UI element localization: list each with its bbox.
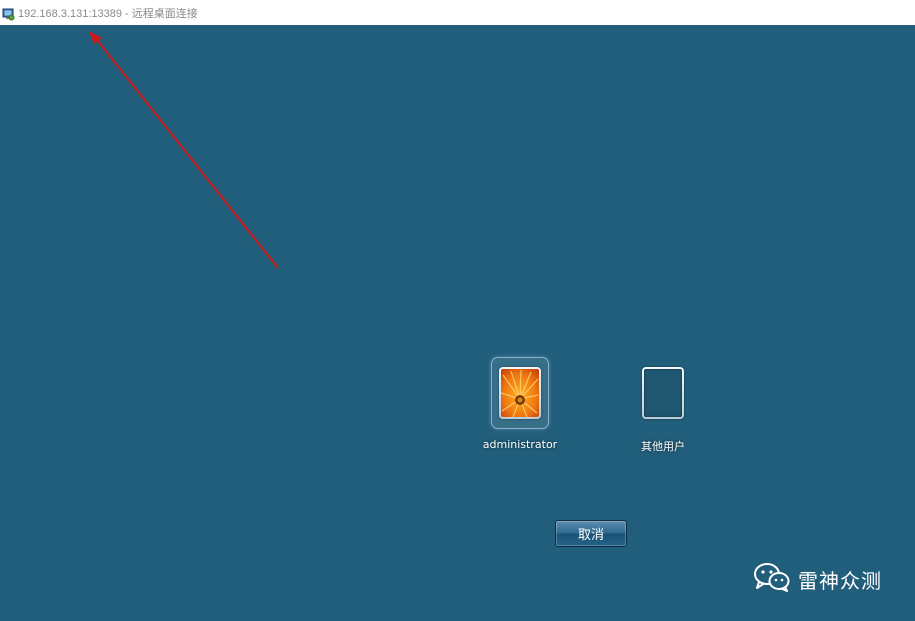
empty-user-picture (644, 369, 682, 417)
wechat-icon (754, 562, 790, 596)
watermark-text: 雷神众测 (798, 568, 882, 593)
cancel-button[interactable]: 取消 (555, 520, 627, 547)
remote-desktop-window: 192.168.3.131:13389 - 远程桌面连接 administrat… (0, 0, 915, 621)
watermark: 雷神众测 (754, 562, 882, 596)
user-picture-container (634, 357, 692, 429)
logon-screen (0, 25, 915, 621)
user-name-label: 其他用户 (641, 440, 685, 453)
title-bar[interactable]: 192.168.3.131:13389 - 远程桌面连接 (0, 0, 915, 25)
user-picture-frame (642, 367, 684, 419)
window-title: 192.168.3.131:13389 - 远程桌面连接 (18, 7, 198, 20)
flower-picture (501, 369, 539, 417)
user-name-label: administrator (482, 438, 558, 451)
selection-highlight (491, 357, 549, 429)
user-tile-other-user[interactable]: 其他用户 (619, 357, 707, 454)
user-picture-frame (499, 367, 541, 419)
remote-desktop-icon (2, 6, 15, 21)
user-tile-administrator[interactable]: administrator (476, 357, 564, 451)
